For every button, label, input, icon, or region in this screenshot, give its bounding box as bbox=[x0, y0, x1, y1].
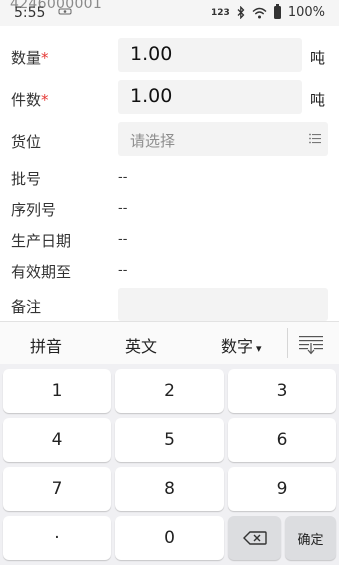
numeric-keyboard: 拼音 英文 数字 ▾ 1 2 3 4 5 6 7 8 9 · 0 确定 bbox=[0, 321, 339, 565]
tab-numeric-label: 数字 bbox=[221, 337, 254, 356]
quantity-input[interactable]: 1.00 bbox=[118, 38, 302, 72]
production-date-row: 生产日期 -- bbox=[0, 228, 339, 250]
quantity-unit: 吨 bbox=[310, 49, 326, 67]
battery-percent: 100% bbox=[287, 5, 325, 20]
toolbar-divider bbox=[287, 328, 288, 358]
location-placeholder: 请选择 bbox=[130, 132, 176, 150]
quantity-label: 数量* bbox=[11, 49, 49, 67]
pieces-unit: 吨 bbox=[310, 91, 326, 109]
serial-row: 序列号 -- bbox=[0, 197, 339, 219]
key-4[interactable]: 4 bbox=[3, 418, 111, 462]
required-mark: * bbox=[41, 91, 49, 109]
key-5[interactable]: 5 bbox=[115, 418, 224, 462]
quantity-value: 1.00 bbox=[130, 43, 173, 65]
status-bar: 4246000001 5:55 123 100% bbox=[0, 0, 339, 26]
bluetooth-icon bbox=[237, 6, 245, 19]
notification-icon bbox=[58, 8, 72, 15]
expiry-date-value: -- bbox=[118, 263, 128, 278]
key-0[interactable]: 0 bbox=[115, 516, 224, 560]
batch-label: 批号 bbox=[11, 170, 42, 188]
key-8[interactable]: 8 bbox=[115, 467, 224, 511]
serial-value: -- bbox=[118, 201, 128, 216]
batch-value: -- bbox=[118, 170, 128, 185]
key-dot[interactable]: · bbox=[3, 516, 111, 560]
tab-pinyin[interactable]: 拼音 bbox=[30, 333, 62, 357]
keyboard-collapse-icon[interactable] bbox=[299, 335, 323, 355]
remark-label: 备注 bbox=[11, 298, 42, 316]
keyboard-toolbar: 拼音 英文 数字 ▾ bbox=[0, 322, 339, 364]
battery-icon bbox=[273, 4, 281, 19]
expiry-date-label: 有效期至 bbox=[11, 263, 72, 281]
batch-row: 批号 -- bbox=[0, 166, 339, 188]
status-time: 5:55 bbox=[14, 5, 46, 21]
key-2[interactable]: 2 bbox=[115, 369, 224, 413]
key-3[interactable]: 3 bbox=[228, 369, 336, 413]
delete-button[interactable] bbox=[228, 516, 281, 560]
list-icon bbox=[309, 133, 321, 144]
pieces-value: 1.00 bbox=[130, 85, 173, 107]
key-1[interactable]: 1 bbox=[3, 369, 111, 413]
pieces-label: 件数* bbox=[11, 91, 49, 109]
chevron-down-icon: ▾ bbox=[256, 342, 262, 355]
backspace-icon bbox=[242, 531, 267, 545]
confirm-button[interactable]: 确定 bbox=[285, 516, 336, 560]
quantity-row: 数量* 1.00 吨 bbox=[0, 38, 339, 74]
serial-label: 序列号 bbox=[11, 201, 57, 219]
expiry-date-row: 有效期至 -- bbox=[0, 259, 339, 281]
production-date-value: -- bbox=[118, 232, 128, 247]
production-date-label: 生产日期 bbox=[11, 232, 72, 250]
pieces-input[interactable]: 1.00 bbox=[118, 80, 302, 114]
pieces-row: 件数* 1.00 吨 bbox=[0, 80, 339, 116]
location-label: 货位 bbox=[11, 133, 42, 151]
location-select[interactable]: 请选择 bbox=[118, 122, 328, 156]
key-7[interactable]: 7 bbox=[3, 467, 111, 511]
tab-english[interactable]: 英文 bbox=[125, 333, 157, 357]
network-badge: 123 bbox=[211, 7, 230, 18]
wifi-icon bbox=[252, 7, 267, 18]
required-mark: * bbox=[41, 49, 49, 67]
key-9[interactable]: 9 bbox=[228, 467, 336, 511]
location-row: 货位 请选择 bbox=[0, 122, 339, 158]
tab-numeric[interactable]: 数字 ▾ bbox=[221, 333, 262, 357]
status-right-group: 123 100% bbox=[211, 4, 325, 20]
key-6[interactable]: 6 bbox=[228, 418, 336, 462]
remark-input[interactable] bbox=[118, 288, 328, 321]
